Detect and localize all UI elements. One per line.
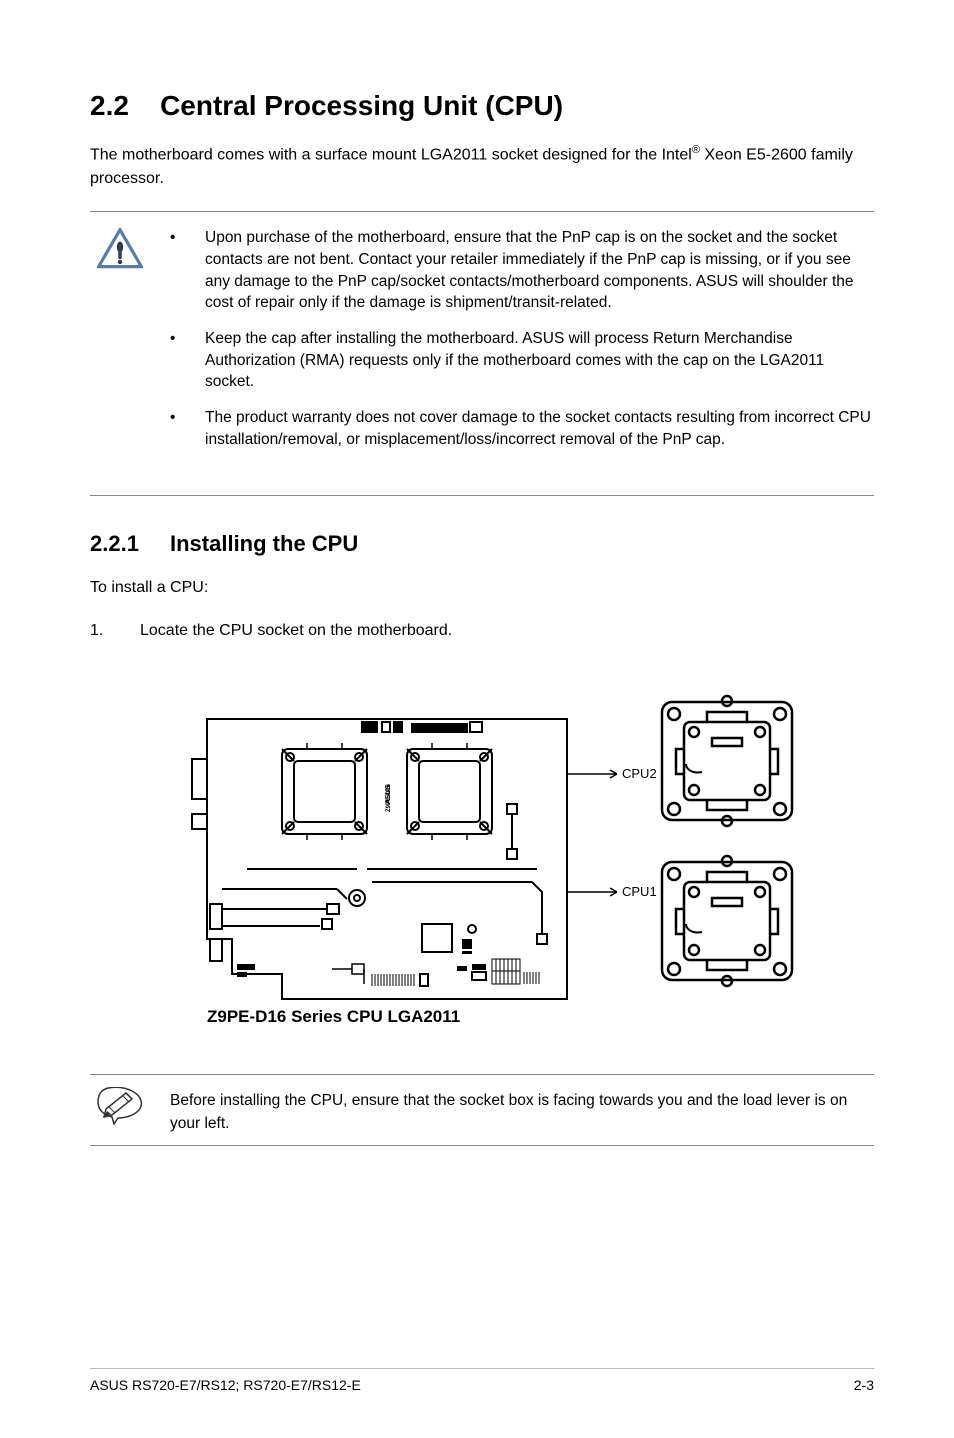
bullet-marker: •	[170, 328, 180, 393]
motherboard-diagram: ASUS Z9PE-D16 CPU2 CPU1	[90, 674, 874, 1044]
caution-callout: • Upon purchase of the motherboard, ensu…	[90, 211, 874, 464]
section-title-text: Central Processing Unit (CPU)	[160, 90, 563, 121]
svg-text:Z9PE-D16: Z9PE-D16	[386, 783, 392, 812]
bullet-text: The product warranty does not cover dama…	[205, 407, 874, 450]
step-item: 1. Locate the CPU socket on the motherbo…	[90, 618, 874, 644]
bullet-marker: •	[170, 407, 180, 450]
subsection-title: 2.2.1Installing the CPU	[90, 531, 874, 557]
divider	[90, 1145, 874, 1146]
bullet-text: Keep the cap after installing the mother…	[205, 328, 874, 393]
caution-bullet: • Keep the cap after installing the moth…	[170, 328, 874, 393]
footer-left: ASUS RS720-E7/RS12; RS720-E7/RS12-E	[90, 1377, 361, 1393]
bullet-marker: •	[170, 227, 180, 314]
cpu2-arrow-label: CPU2	[622, 766, 657, 781]
note-callout: Before installing the CPU, ensure that t…	[90, 1074, 874, 1136]
step-number: 1.	[90, 618, 110, 644]
section-number: 2.2	[90, 90, 129, 121]
bullet-text: Upon purchase of the motherboard, ensure…	[205, 227, 874, 314]
divider	[90, 495, 874, 496]
footer-page-number: 2-3	[854, 1377, 874, 1393]
caution-bullet: • The product warranty does not cover da…	[170, 407, 874, 450]
caution-bullet: • Upon purchase of the motherboard, ensu…	[170, 227, 874, 314]
install-intro: To install a CPU:	[90, 575, 874, 601]
step-text: Locate the CPU socket on the motherboard…	[140, 618, 874, 644]
subsection-number: 2.2.1	[90, 531, 170, 557]
caution-icon-column	[90, 227, 150, 464]
subsection-title-text: Installing the CPU	[170, 531, 358, 556]
note-text: Before installing the CPU, ensure that t…	[170, 1087, 874, 1136]
page-footer: ASUS RS720-E7/RS12; RS720-E7/RS12-E 2-3	[90, 1368, 874, 1393]
note-icon-column	[90, 1087, 150, 1136]
cpu1-arrow-label: CPU1	[622, 884, 657, 899]
caution-bullets: • Upon purchase of the motherboard, ensu…	[170, 227, 874, 464]
intro-paragraph: The motherboard comes with a surface mou…	[90, 142, 874, 191]
note-pencil-icon	[96, 1087, 144, 1130]
diagram-caption: Z9PE-D16 Series CPU LGA2011	[207, 1007, 460, 1026]
caution-icon	[96, 227, 144, 274]
section-title: 2.2 Central Processing Unit (CPU)	[90, 90, 874, 122]
